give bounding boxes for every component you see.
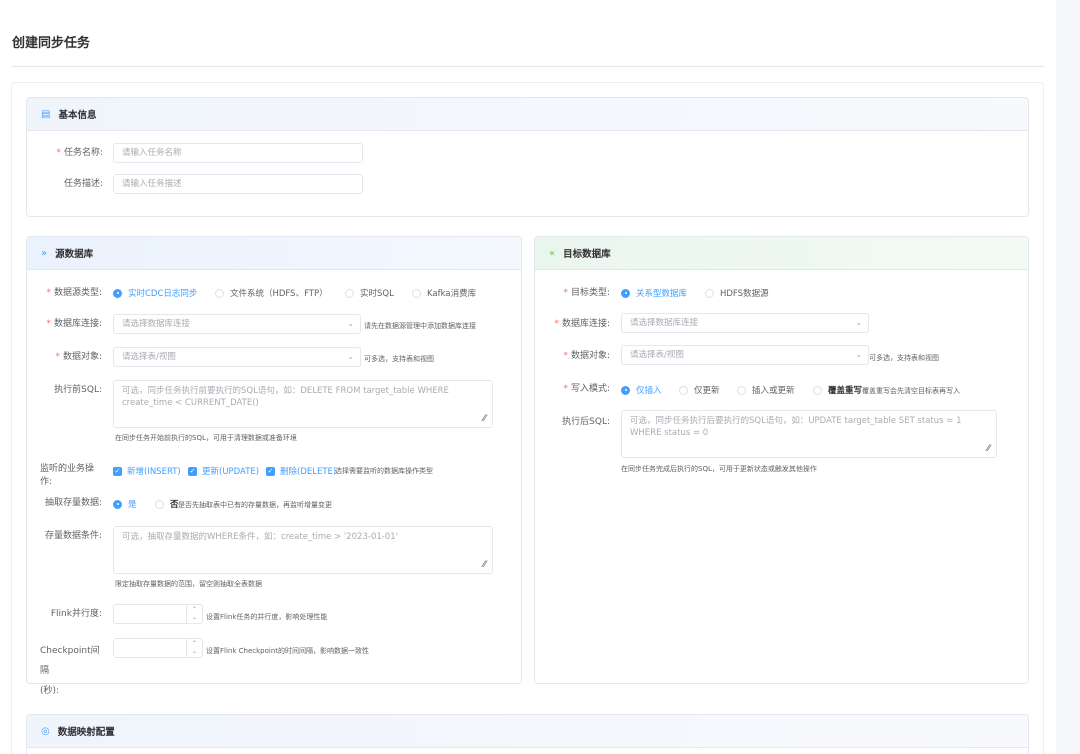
stepper-icon[interactable]: ⌃ ⌄ <box>186 605 202 623</box>
extract-no-radio[interactable]: 否 <box>155 498 179 510</box>
write-mode-label: * 写入模式: <box>563 384 610 394</box>
write-mode-insert[interactable]: 仅插入 <box>621 384 662 396</box>
source-obj-hint: 可多选，支持表和视图 <box>364 355 434 363</box>
cond-hint: 限定抽取存量数据的范围，留空则抽取全表数据 <box>115 580 262 588</box>
basic-info-header: ▤ 基本信息 <box>27 98 1028 131</box>
target-type-hdfs[interactable]: HDFS数据源 <box>705 287 769 299</box>
pre-sql-textarea[interactable]: 可选，同步任务执行前要执行的SQL语句，如：DELETE FROM target… <box>113 380 493 428</box>
page-title: 创建同步任务 <box>12 36 91 51</box>
source-db-title: 源数据库 <box>55 249 94 260</box>
basic-info-card: ▤ 基本信息 * 任务名称: 请输入任务名称 任务描述: 请输入任务描述 <box>26 97 1029 217</box>
source-conn-label: * 数据库连接: <box>46 319 102 329</box>
post-sql-label: 执行后SQL: <box>562 417 610 427</box>
mapping-header: ◎ 数据映射配置 <box>27 715 1028 748</box>
resize-handle-icon[interactable]: ⁄⁄ <box>987 443 990 455</box>
right-scroll-strip <box>1056 0 1080 754</box>
task-name-input[interactable]: 请输入任务名称 <box>113 143 363 163</box>
task-desc-input[interactable]: 请输入任务描述 <box>113 174 363 194</box>
chevron-down-icon: ⌄ <box>347 319 354 328</box>
title-divider <box>12 66 1044 67</box>
write-mode-upsert[interactable]: 插入或更新 <box>737 384 795 396</box>
target-obj-hint: 可多选，支持表和视图 <box>869 354 939 362</box>
source-obj-select[interactable]: 请选择表/视图 ⌄ <box>113 347 361 367</box>
post-sql-hint: 在同步任务完成后执行的SQL，可用于更新状态或触发其他操作 <box>621 465 817 473</box>
target-db-title: 目标数据库 <box>563 249 611 260</box>
chevron-down-icon: ⌄ <box>855 318 862 327</box>
chevron-down-icon: ⌄ <box>855 350 862 359</box>
ops-hint: 选择需要监听的数据库操作类型 <box>335 467 433 475</box>
source-type-fs[interactable]: 文件系统（HDFS、FTP） <box>215 287 328 299</box>
target-conn-label: * 数据库连接: <box>554 319 610 329</box>
target-type-label: * 目标类型: <box>563 288 610 298</box>
target-obj-select[interactable]: 请选择表/视图 ⌄ <box>621 345 869 365</box>
target-db-header: « 目标数据库 <box>535 237 1028 270</box>
source-type-label: * 数据源类型: <box>46 288 102 298</box>
write-mode-hint: 覆盖重写会先清空目标表再写入 <box>862 387 960 395</box>
mapping-title: 数据映射配置 <box>57 727 115 738</box>
op-insert-checkbox[interactable]: ✓ 新增(INSERT) <box>113 465 181 477</box>
mapping-icon: ◎ <box>41 725 50 737</box>
task-desc-label: 任务描述: <box>63 179 103 189</box>
source-obj-label: * 数据对象: <box>55 352 102 362</box>
extract-hint: 是否先抽取表中已有的存量数据，再监听增量变更 <box>178 501 332 509</box>
double-chevron-left-icon: « <box>549 247 556 259</box>
document-icon: ▤ <box>41 108 51 120</box>
basic-info-title: 基本信息 <box>58 110 97 121</box>
chevron-down-icon: ⌄ <box>347 352 354 361</box>
ckpt-interval-input[interactable]: ⌃ ⌄ <box>113 638 203 658</box>
op-update-checkbox[interactable]: ✓ 更新(UPDATE) <box>188 465 259 477</box>
flink-parallel-input[interactable]: ⌃ ⌄ <box>113 604 203 624</box>
flink-label: Flink并行度: <box>50 609 102 619</box>
resize-handle-icon[interactable]: ⁄⁄ <box>483 413 486 425</box>
mapping-card: ◎ 数据映射配置 <box>26 714 1029 754</box>
pre-sql-label: 执行前SQL: <box>54 385 102 395</box>
post-sql-textarea[interactable]: 可选，同步任务执行后要执行的SQL语句，如：UPDATE target_tabl… <box>621 410 997 458</box>
target-type-rdb[interactable]: 关系型数据库 <box>621 287 687 299</box>
pre-sql-hint: 在同步任务开始前执行的SQL，可用于清理数据或准备环境 <box>115 434 297 442</box>
source-db-header: » 源数据库 <box>27 237 521 270</box>
extract-label: 抽取存量数据: <box>44 498 102 508</box>
source-conn-hint: 请先在数据源管理中添加数据库连接 <box>364 322 476 330</box>
double-chevron-right-icon: » <box>41 247 48 259</box>
stepper-icon[interactable]: ⌃ ⌄ <box>186 639 202 657</box>
ops-label: 监听的业务操 作: <box>40 464 95 487</box>
flink-hint: 设置Flink任务的并行度，影响处理性能 <box>206 613 328 621</box>
source-conn-select[interactable]: 请选择数据库连接 ⌄ <box>113 314 361 334</box>
source-type-sql[interactable]: 实时SQL <box>345 287 394 299</box>
task-name-label: * 任务名称: <box>56 148 103 158</box>
source-type-cdc[interactable]: 实时CDC日志同步 <box>113 287 197 299</box>
cond-label: 存量数据条件: <box>44 531 102 541</box>
target-db-card: « 目标数据库 <box>534 236 1029 684</box>
extract-yes-radio[interactable]: 是 <box>113 498 137 510</box>
target-obj-label: * 数据对象: <box>563 351 610 361</box>
op-delete-checkbox[interactable]: ✓ 删除(DELETE) <box>266 465 336 477</box>
ckpt-hint: 设置Flink Checkpoint的时间间隔，影响数据一致性 <box>206 647 370 655</box>
write-mode-overwrite[interactable]: 覆盖重写 <box>813 384 862 396</box>
resize-handle-icon[interactable]: ⁄⁄ <box>483 559 486 571</box>
write-mode-update[interactable]: 仅更新 <box>679 384 720 396</box>
source-type-kafka[interactable]: Kafka消费库 <box>412 287 476 299</box>
page: 创建同步任务 ▤ 基本信息 * 任务名称: 请输入任务名称 任务描述: 请输入任务… <box>0 0 1056 754</box>
target-conn-select[interactable]: 请选择数据库连接 ⌄ <box>621 313 869 333</box>
ckpt-label: Checkpoint间隔 (秒): <box>40 646 100 696</box>
cond-textarea[interactable]: 可选，抽取存量数据的WHERE条件，如：create_time > '2023-… <box>113 526 493 574</box>
